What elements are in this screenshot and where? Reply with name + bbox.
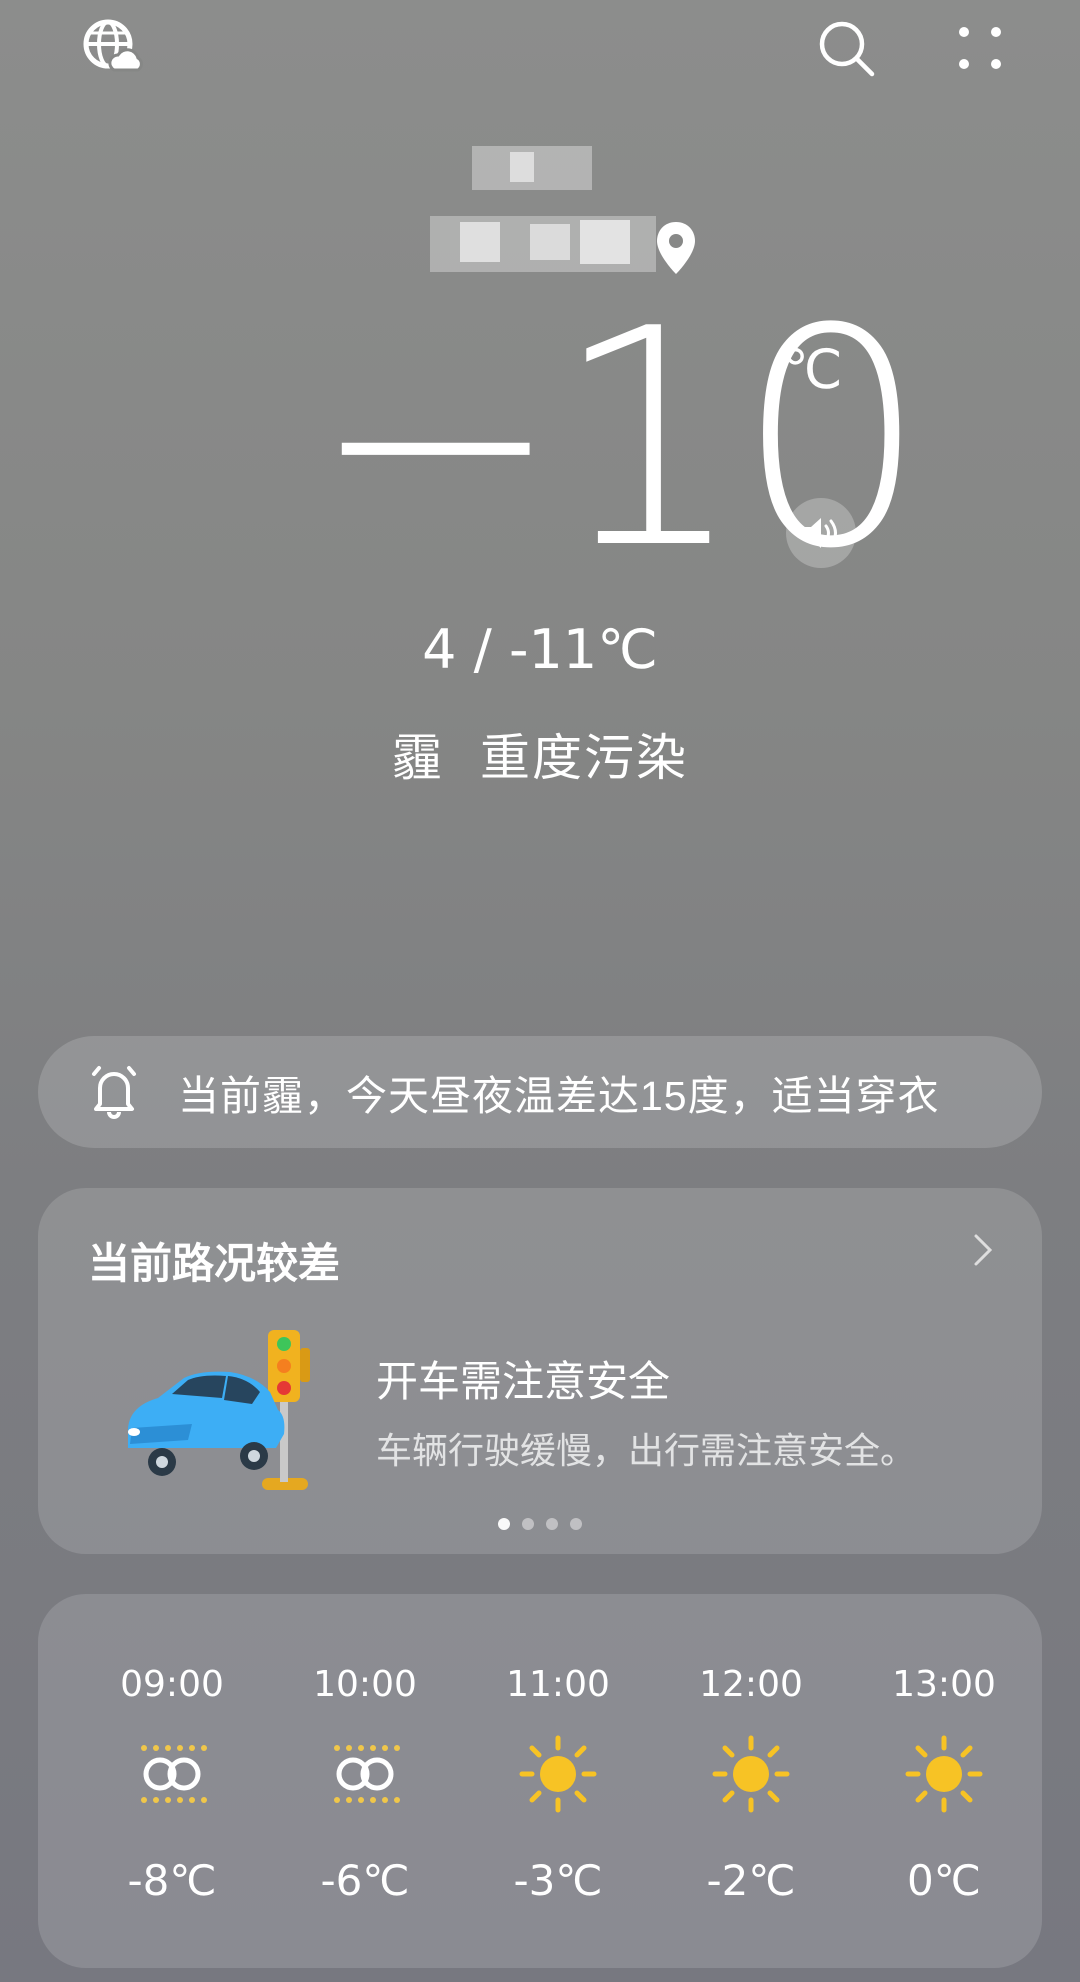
haze-icon	[132, 1734, 212, 1814]
hour-time: 12:00	[699, 1664, 803, 1705]
hour-temp: -8℃	[127, 1856, 217, 1905]
alert-text: 当前霾，今天昼夜温差达15度，适当穿衣	[178, 1073, 940, 1119]
speaker-icon[interactable]	[786, 498, 856, 568]
weather-alert[interactable]: 当前霾，今天昼夜温差达15度，适当穿衣	[38, 1036, 1042, 1148]
hour-temp: -2℃	[706, 1856, 796, 1905]
hour-time: 09:00	[120, 1664, 224, 1705]
car-traffic-light-illustration	[122, 1328, 342, 1498]
air-quality-text[interactable]: 重度污染	[480, 730, 688, 786]
sun-icon	[711, 1734, 791, 1814]
hourly-item[interactable]: 11:00 -3℃	[478, 1594, 638, 1968]
hour-time: 13:00	[892, 1664, 996, 1705]
hourly-item[interactable]: 12:00 -2℃	[671, 1594, 831, 1968]
condition-text: 霾	[392, 730, 445, 786]
road-tip-title: 开车需注意安全	[376, 1358, 671, 1405]
haze-icon	[325, 1734, 405, 1814]
sun-icon	[904, 1734, 984, 1814]
bell-icon	[90, 1064, 138, 1120]
weather-condition: 霾 重度污染	[0, 718, 1080, 790]
hour-temp: -3℃	[513, 1856, 603, 1905]
chevron-right-icon[interactable]	[972, 1232, 994, 1278]
hourly-item[interactable]: 13:00 0℃	[864, 1594, 1024, 1968]
globe-weather-icon[interactable]	[78, 14, 146, 82]
current-temperature: −10	[310, 265, 927, 614]
hourly-item[interactable]: 10:00 -6℃	[285, 1594, 445, 1968]
road-tip-description: 车辆行驶缓慢，出行需注意安全。	[376, 1430, 917, 1471]
carousel-dot[interactable]	[498, 1518, 510, 1530]
hourly-item[interactable]: 09:00 -8℃	[92, 1594, 252, 1968]
hour-time: 11:00	[506, 1664, 610, 1705]
road-condition-card[interactable]: 当前路况较差 开车需注意安全 车辆行驶缓慢，出行需注意安全。	[38, 1188, 1042, 1554]
sun-icon	[518, 1734, 598, 1814]
temperature-unit: ℃	[782, 338, 843, 401]
search-icon[interactable]	[812, 14, 880, 82]
hour-temp: -6℃	[320, 1856, 410, 1905]
carousel-dot[interactable]	[546, 1518, 558, 1530]
hour-temp: 0℃	[907, 1856, 981, 1905]
hour-time: 10:00	[313, 1664, 417, 1705]
carousel-dot[interactable]	[522, 1518, 534, 1530]
carousel-dot[interactable]	[570, 1518, 582, 1530]
more-menu-icon[interactable]	[946, 14, 1014, 82]
carousel-dots[interactable]	[38, 1518, 1042, 1530]
temperature-range: 4 / -11℃	[422, 618, 658, 681]
hourly-forecast-card[interactable]: 09:00 -8℃ 10:00 -6℃ 11:00 -3℃ 12:00 -2℃ …	[38, 1594, 1042, 1968]
road-card-title: 当前路况较差	[88, 1240, 341, 1287]
